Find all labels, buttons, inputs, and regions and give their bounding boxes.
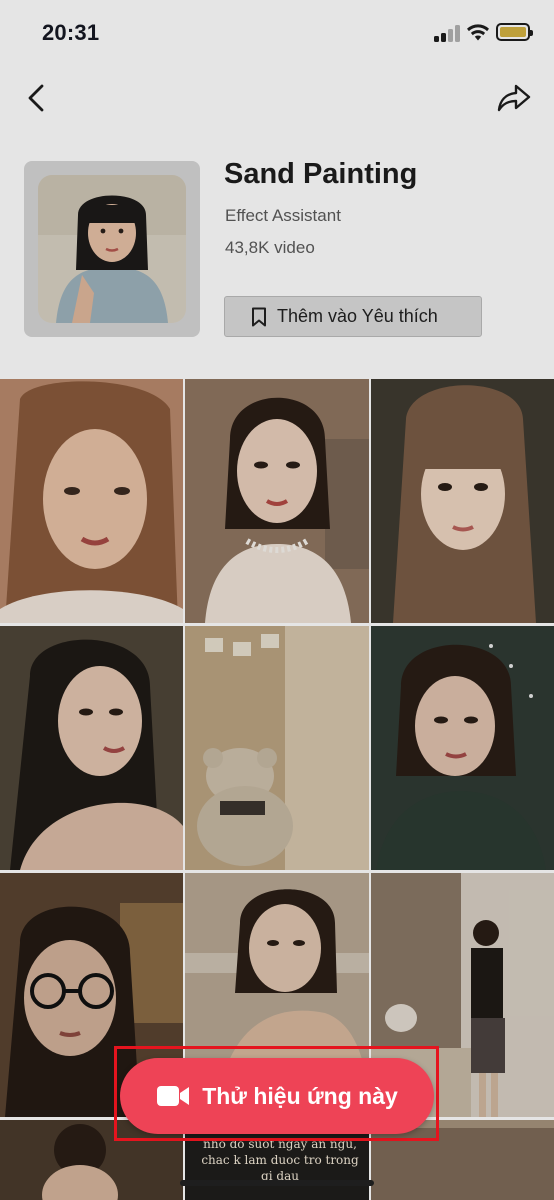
video-caption: nho do suot ngay an ngu, chac k lam duoc…	[201, 1137, 359, 1183]
try-effect-button[interactable]: Thử hiệu ứng này	[120, 1058, 434, 1134]
battery-level	[500, 27, 526, 37]
share-arrow-icon	[497, 84, 531, 112]
status-bar: 20:31	[0, 0, 554, 66]
wifi-icon	[466, 22, 490, 42]
effect-thumbnail	[24, 161, 200, 337]
video-camera-icon	[157, 1086, 190, 1106]
add-to-favorites-button[interactable]: Thêm vào Yêu thích	[224, 296, 482, 337]
chevron-left-icon	[28, 84, 44, 112]
video-thumbnail[interactable]	[371, 626, 554, 870]
home-indicator[interactable]	[180, 1180, 374, 1186]
effect-thumbnail-image	[38, 175, 186, 323]
signal-bars-icon	[434, 24, 460, 42]
battery-icon	[496, 23, 533, 41]
share-button[interactable]	[494, 78, 534, 118]
video-thumbnail[interactable]	[371, 379, 554, 623]
video-thumbnail[interactable]	[0, 379, 183, 623]
try-effect-label: Thử hiệu ứng này	[202, 1082, 398, 1109]
video-thumbnail[interactable]	[0, 626, 183, 870]
bookmark-icon	[252, 307, 266, 326]
effect-author[interactable]: Effect Assistant	[225, 206, 341, 226]
effect-title: Sand Painting	[224, 158, 418, 190]
video-thumbnail[interactable]	[185, 379, 369, 623]
video-thumbnail[interactable]	[185, 626, 369, 870]
back-button[interactable]	[18, 78, 54, 118]
favorite-label: Thêm vào Yêu thích	[277, 306, 438, 326]
status-time: 20:31	[42, 20, 100, 45]
video-count: 43,8K video	[225, 238, 315, 257]
